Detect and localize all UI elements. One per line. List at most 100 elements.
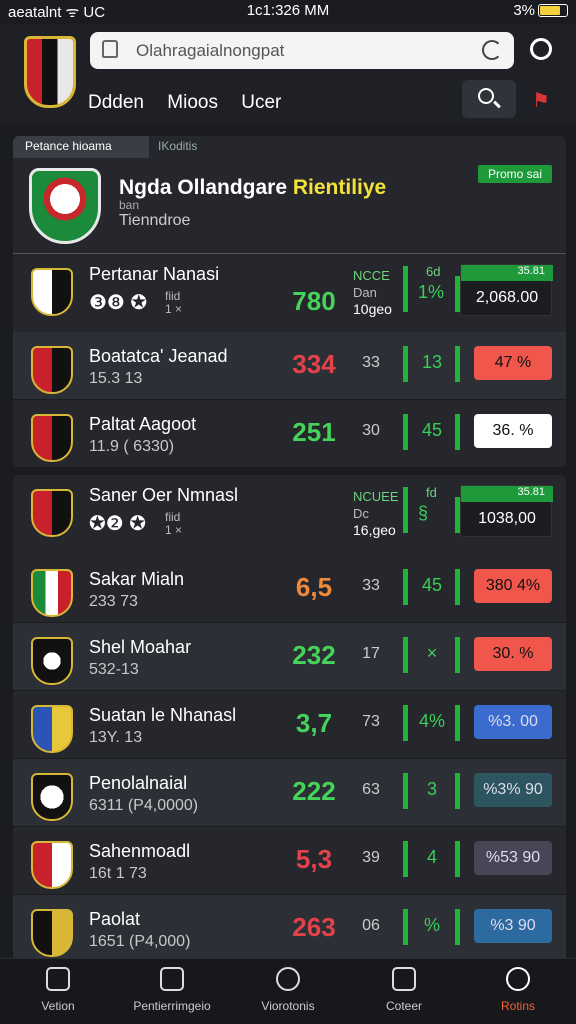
team-meta: 11.9 ( 6330): [89, 438, 175, 455]
green-bar: [403, 346, 408, 382]
tab-secondary[interactable]: IKoditis: [158, 139, 258, 153]
team-name: Boatatca' Jeanad: [89, 346, 228, 366]
team-badge: [31, 773, 73, 821]
green-bar: [403, 909, 408, 945]
bottom-nav-item[interactable]: Viorotonis: [238, 967, 338, 1013]
small-value: 45: [421, 575, 443, 595]
mid-value: 06: [362, 917, 380, 934]
score-value: 222: [292, 776, 336, 806]
notification-icon[interactable]: ⚑: [532, 88, 556, 112]
team-badge: [31, 909, 73, 957]
mid-value: 33: [362, 354, 380, 371]
team-note: fiid 1 ×: [165, 289, 183, 316]
green-bar: [403, 637, 408, 673]
mid-value: 73: [362, 713, 380, 730]
bottom-nav-item[interactable]: Coteer: [354, 967, 454, 1013]
green-bar: [455, 909, 460, 945]
score-value: 334: [292, 349, 336, 379]
table-row[interactable]: Paolat 1651 (P4,000) 263 06% %3 90: [13, 895, 566, 963]
col-head: NCCE: [353, 268, 390, 283]
team-badge: [31, 705, 73, 753]
value-box-head: 35.81: [461, 486, 553, 502]
odds-pill[interactable]: 47 %: [474, 346, 552, 380]
green-bar: [403, 487, 408, 533]
small-value: %: [423, 915, 440, 935]
team-name: Paltat Aagoot: [89, 414, 197, 434]
table-row[interactable]: Sahenmoadl 16t 1 73 5,3 39 4 %53 90: [13, 827, 566, 895]
nav-item-2[interactable]: Ucer: [241, 92, 281, 113]
matches-panel: Saner Oer Nmnasl ✪❷ ✪ fiid 1 × NCUEE Dc …: [13, 475, 566, 963]
league-panel: Petance hioama IKoditis Ngda Ollandgare …: [13, 136, 566, 468]
reload-icon[interactable]: [482, 40, 502, 60]
featured-row[interactable]: Pertanar Nanasi ❸❽ ✪ fiid 1 × 780 NCCE D…: [13, 254, 566, 332]
team-meta: 16t 1 73: [89, 865, 147, 882]
green-bar: [455, 637, 460, 673]
small-value: 13: [421, 352, 443, 372]
small-value: 45: [421, 420, 443, 440]
small-value: 4: [426, 847, 437, 867]
small-value: 4%: [418, 711, 445, 731]
score-value: 3,7: [295, 708, 333, 738]
value-box[interactable]: 35.81 2,068.00: [460, 264, 553, 316]
bottom-nav-item-active[interactable]: Rotins: [468, 967, 568, 1013]
table-row[interactable]: Suatan le Nhanasl 13Y. 13 3,7 73 4% %3. 00: [13, 691, 566, 759]
team-badge: [31, 414, 73, 462]
odds-pill[interactable]: 30. %: [474, 637, 552, 671]
league-crest: [29, 168, 101, 244]
odds-pill[interactable]: %3. 00: [474, 705, 552, 739]
home-icon[interactable]: [102, 40, 118, 58]
odds-pill[interactable]: 380 4%: [474, 569, 552, 603]
promo-badge[interactable]: Promo sai: [477, 165, 552, 183]
top-nav: Ddden Mioos Ucer: [88, 92, 299, 114]
team-name: Paolat: [89, 909, 141, 929]
green-bar: [403, 414, 408, 450]
score-value: 232: [292, 640, 336, 670]
club-logo[interactable]: [24, 36, 76, 108]
search-input[interactable]: Olahragaialnongpat: [136, 41, 284, 60]
bottom-nav-item[interactable]: Pentierrimgeio: [122, 967, 222, 1013]
team-name: Sahenmoadl: [89, 841, 191, 861]
value-box[interactable]: 35.81 1038,00: [460, 485, 553, 537]
value-box-head: 35.81: [461, 265, 553, 281]
odds-pill[interactable]: %53 90: [474, 841, 552, 875]
featured-row[interactable]: Saner Oer Nmnasl ✪❷ ✪ fiid 1 × NCUEE Dc …: [13, 475, 566, 553]
team-name: Suatan le Nhanasl: [89, 705, 237, 725]
mid-value: 33: [362, 577, 380, 594]
col-sub: Dc: [353, 506, 369, 521]
bottom-nav-item[interactable]: Vetion: [8, 967, 108, 1013]
col-value: 10geo: [353, 301, 392, 317]
green-bar: [455, 414, 460, 450]
home-icon: [46, 967, 70, 991]
nav-item-0[interactable]: Ddden: [88, 92, 144, 113]
small-value: 1%: [418, 282, 445, 302]
odds-pill[interactable]: %3 90: [474, 909, 552, 943]
score-value: 251: [292, 417, 336, 447]
status-bar: aeatalnt ᯤ UC 1c1:326 MM 3%: [0, 0, 576, 22]
score-value: 263: [292, 912, 336, 942]
team-name: Shel Moahar: [89, 637, 192, 657]
table-row[interactable]: Penolalnaial 6311 (P4,0000) 222 63 3 %3% 90: [13, 759, 566, 827]
bottom-nav: Vetion Pentierrimgeio Viorotonis Coteer …: [0, 958, 576, 1024]
search-bar[interactable]: Olahragaialnongpat: [90, 32, 514, 69]
odds-pill[interactable]: %3% 90: [474, 773, 552, 807]
team-icons: ✪❷ ✪: [89, 513, 147, 535]
team-name: Saner Oer Nmnasl: [89, 485, 239, 505]
settings-icon[interactable]: [530, 38, 552, 60]
table-row[interactable]: Shel Moahar 532-13 232 17 × 30. %: [13, 623, 566, 691]
green-bar: [403, 773, 408, 809]
house-icon: [392, 967, 416, 991]
nav-item-1[interactable]: Mioos: [167, 92, 218, 113]
table-row[interactable]: Sakar Mialn 233 73 6,5 33 45 380 4%: [13, 555, 566, 623]
team-meta: 15.3 13: [89, 370, 143, 387]
search-icon: [506, 967, 530, 991]
table-row[interactable]: Boatatca' Jeanad 15.3 13 334 33 13 47 %: [13, 332, 566, 400]
green-bar: [403, 266, 408, 312]
team-badge: [31, 268, 73, 316]
value-box-value: 2,068.00: [475, 289, 539, 306]
mid-value: 17: [362, 645, 380, 662]
table-row[interactable]: Paltat Aagoot 11.9 ( 6330) 251 30 45 36.…: [13, 400, 566, 468]
odds-pill[interactable]: 36. %: [474, 414, 552, 448]
search-button[interactable]: [462, 80, 516, 118]
league-sub: Tienndroe: [119, 212, 191, 229]
tab-active[interactable]: Petance hioama: [13, 136, 149, 158]
